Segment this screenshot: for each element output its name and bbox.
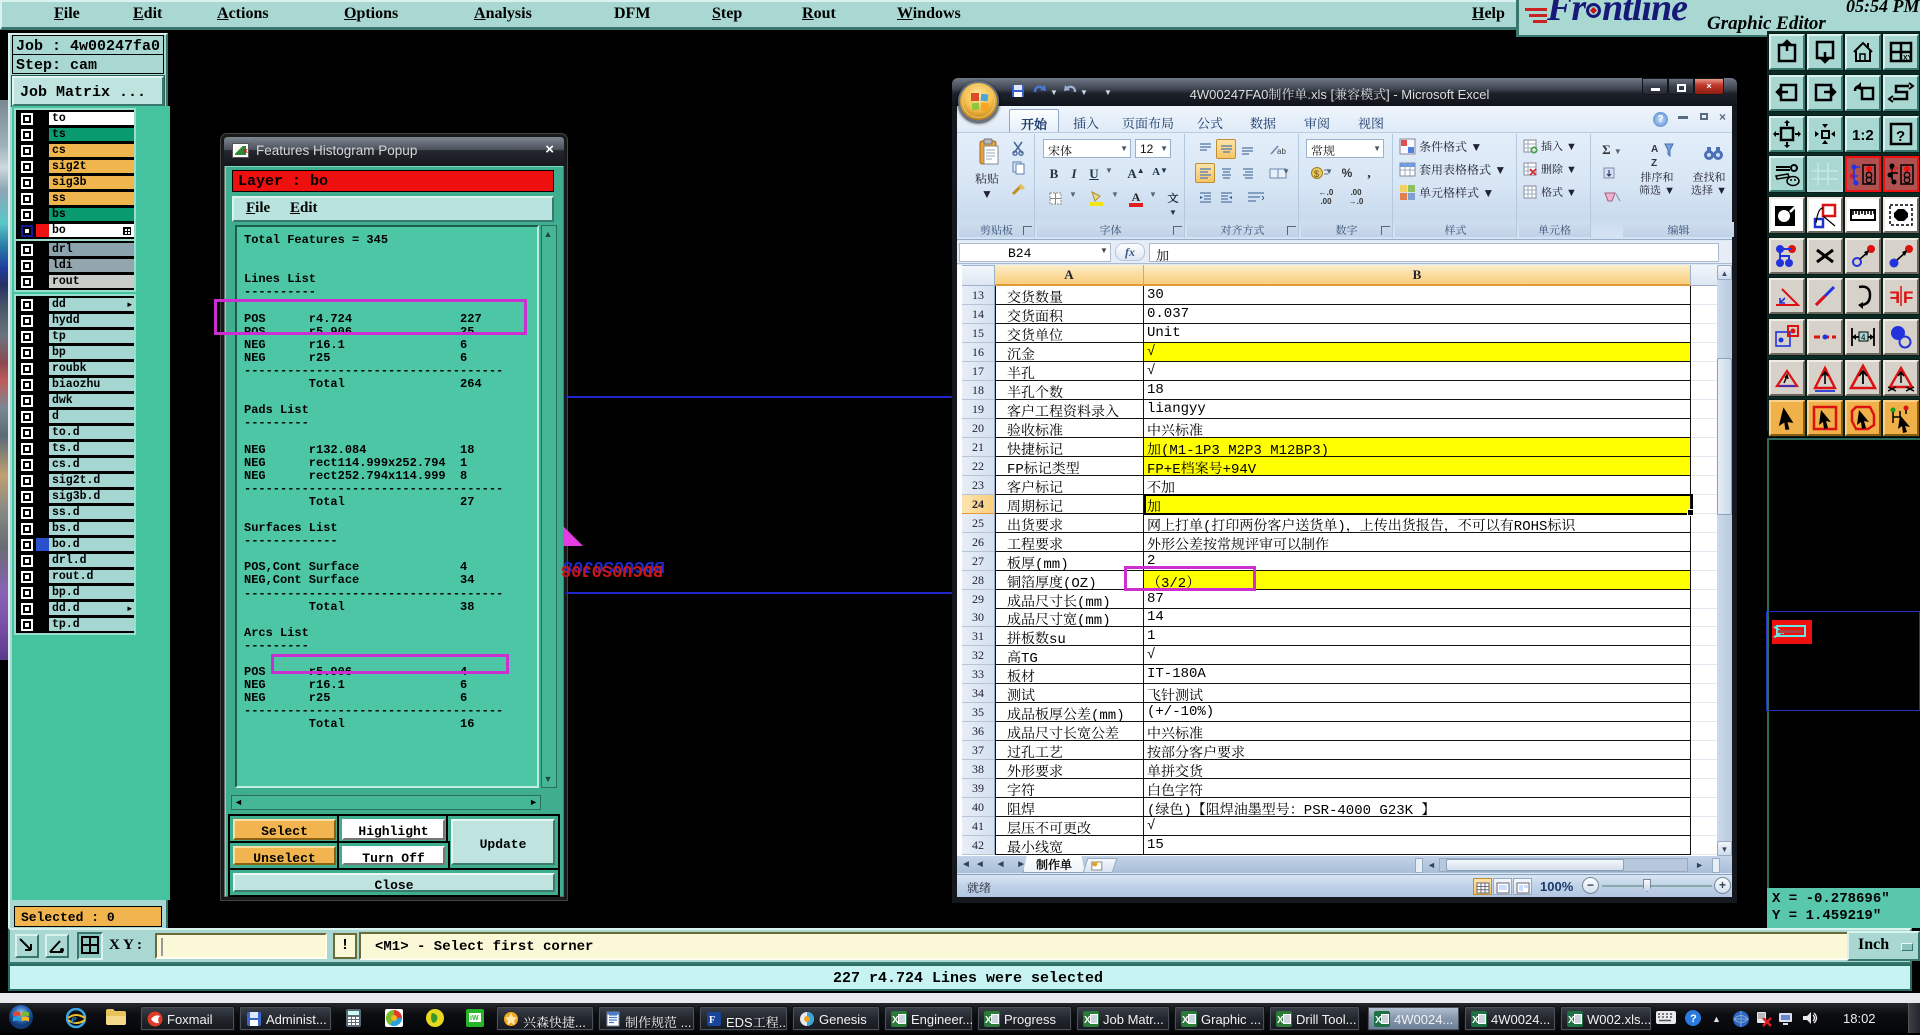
svg-text:F: F: [1903, 288, 1913, 307]
svg-text:1:2: 1:2: [1852, 127, 1874, 144]
svg-text:X: X: [1472, 1015, 1479, 1026]
svg-text:XY: XY: [1903, 55, 1913, 62]
svg-text:A: A: [1651, 144, 1658, 155]
svg-text:X: X: [1568, 1015, 1575, 1026]
svg-text:ab: ab: [1277, 147, 1286, 156]
svg-text:X: X: [1277, 1015, 1284, 1026]
svg-text:X: X: [1375, 1015, 1382, 1026]
svg-text:iW: iW: [470, 1015, 479, 1022]
svg-text:X: X: [1182, 1015, 1189, 1026]
svg-text:F: F: [1890, 288, 1900, 307]
svg-text:F: F: [709, 1015, 715, 1026]
svg-text:?: ?: [1896, 128, 1905, 145]
svg-text:4: 4: [1861, 333, 1866, 342]
svg-text:Z: Z: [1651, 158, 1657, 168]
svg-text:X: X: [1084, 1015, 1091, 1026]
svg-text:e: e: [71, 1011, 77, 1026]
svg-text:?: ?: [1690, 1013, 1697, 1025]
svg-text:X: X: [985, 1015, 992, 1026]
svg-text:X: X: [892, 1015, 899, 1026]
svg-text:$: $: [1314, 169, 1319, 179]
